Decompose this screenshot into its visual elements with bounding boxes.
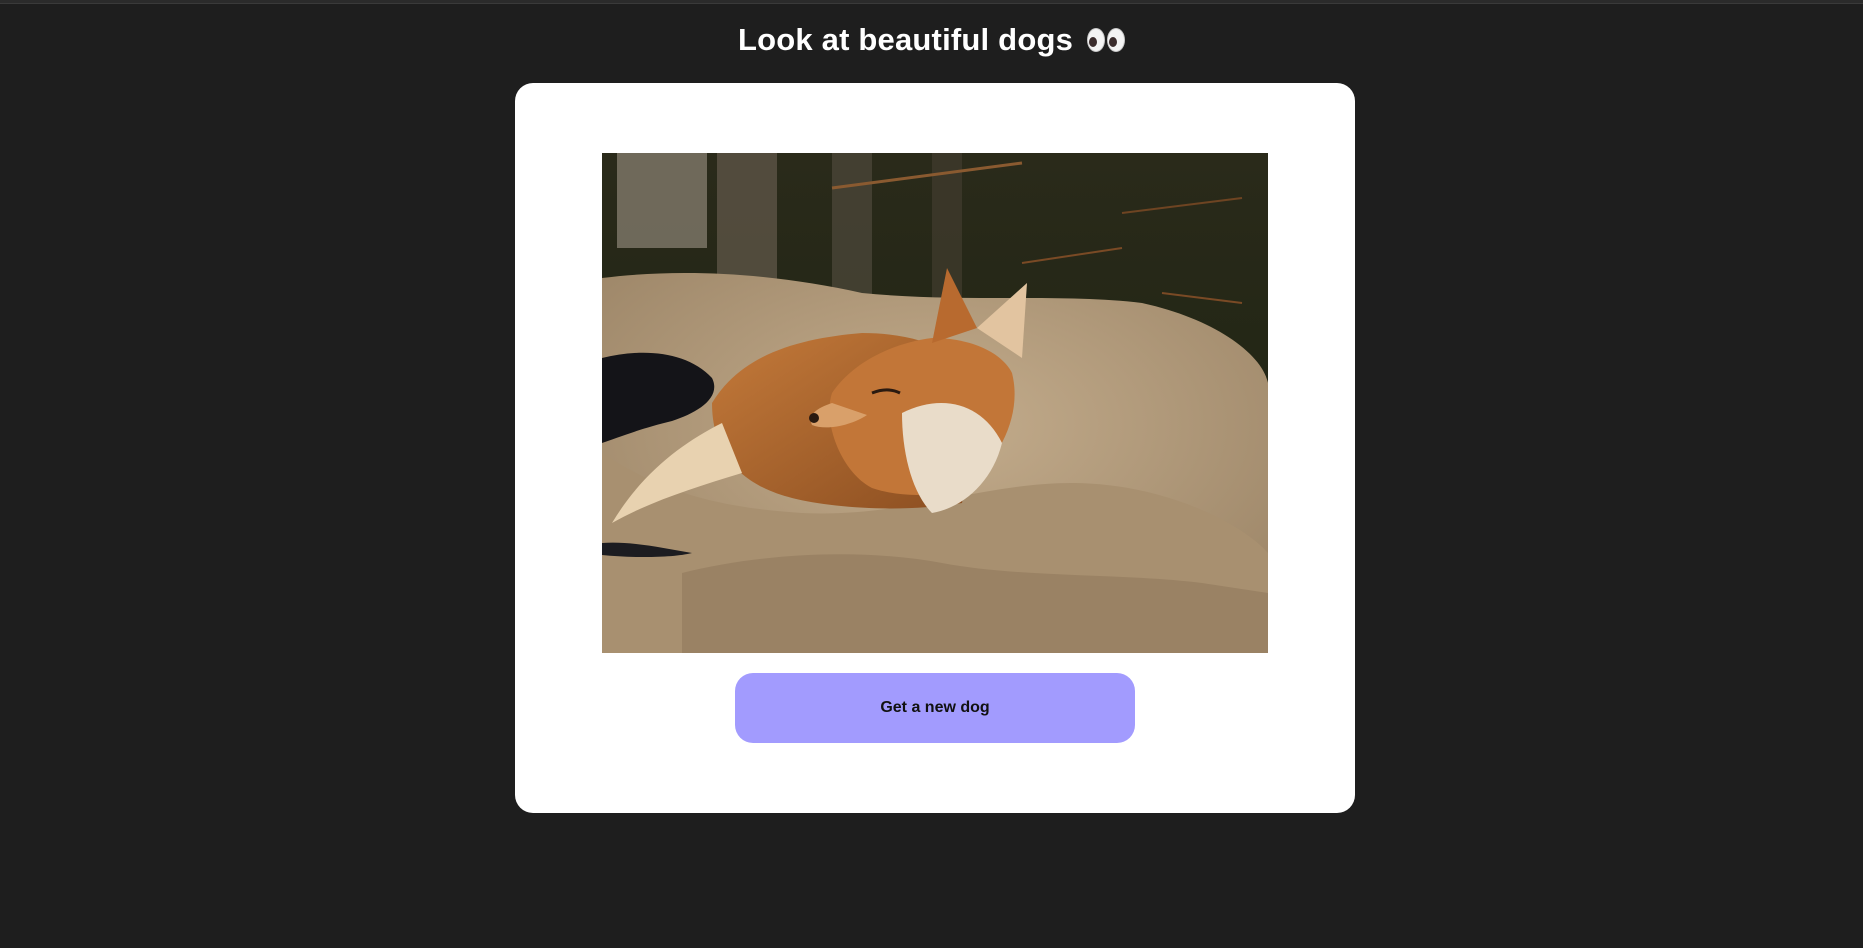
dog-card: Get a new dog bbox=[515, 83, 1355, 813]
dog-photo bbox=[602, 153, 1268, 653]
page-title: Look at beautiful dogs bbox=[0, 22, 1863, 58]
get-new-dog-button[interactable]: Get a new dog bbox=[735, 673, 1135, 743]
right-eye-icon bbox=[1107, 28, 1126, 52]
page-title-text: Look at beautiful dogs bbox=[737, 22, 1074, 57]
eyes-icon bbox=[1087, 28, 1126, 52]
left-eye-icon bbox=[1087, 28, 1106, 52]
window-top-edge bbox=[0, 0, 1863, 4]
